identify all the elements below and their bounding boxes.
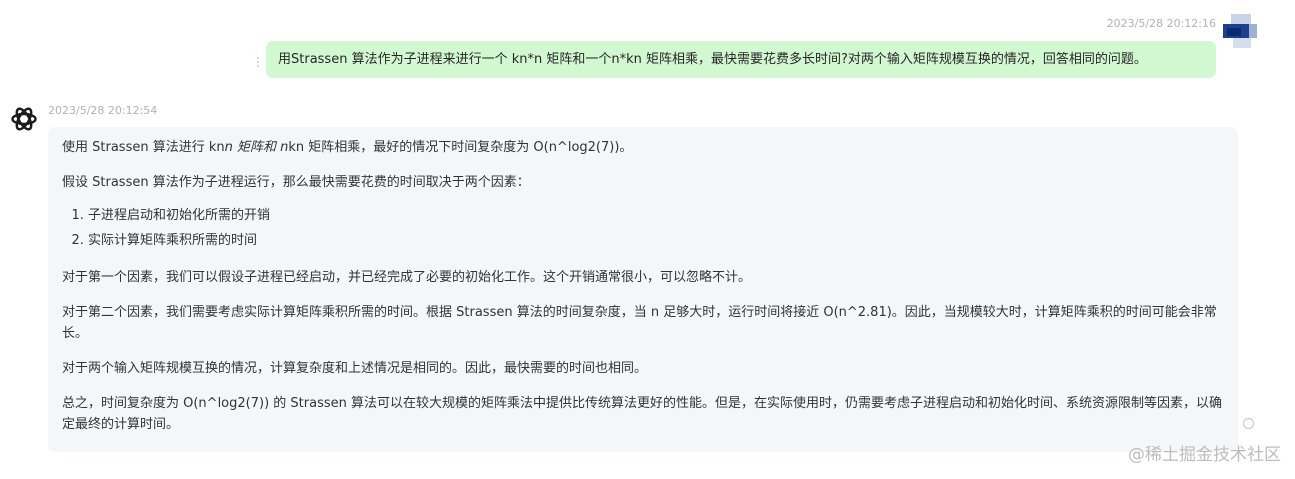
watermark: @稀土掘金技术社区 xyxy=(1128,445,1281,465)
answer-paragraph-4: 对于第二个因素，我们需要考虑实际计算矩阵乘积所需的时间。根据 Strassen … xyxy=(62,305,1217,341)
factor-list: 子进程启动和初始化所需的开销 实际计算矩阵乘积所需的时间 xyxy=(62,203,1224,253)
list-item: 实际计算矩阵乘积所需的时间 xyxy=(88,228,1224,253)
answer-p1-after: kn 矩阵相乘，最好的情况下时间复杂度为 O(n^log2(7))。 xyxy=(288,140,633,155)
answer-paragraph-5: 对于两个输入矩阵规模互换的情况，计算复杂度和上述情况是相同的。因此，最快需要的时… xyxy=(62,361,648,376)
circle-icon[interactable] xyxy=(1243,418,1254,429)
user-message-bubble: 用Strassen 算法作为子进程来进行一个 kn*n 矩阵和一个n*kn 矩阵… xyxy=(266,41,1216,78)
answer-p1-italic: n 矩阵和 n xyxy=(224,140,289,155)
bot-message-bubble: 使用 Strassen 算法进行 knn 矩阵和 nkn 矩阵相乘，最好的情况下… xyxy=(48,127,1238,452)
user-avatar-icon[interactable] xyxy=(1223,14,1257,48)
answer-p1-before: 使用 Strassen 算法进行 kn xyxy=(62,140,225,155)
more-vertical-icon[interactable]: ⋮ xyxy=(252,56,264,76)
list-item: 子进程启动和初始化所需的开销 xyxy=(88,203,1224,228)
answer-paragraph-1: 使用 Strassen 算法进行 knn 矩阵和 nkn 矩阵相乘，最好的情况下… xyxy=(62,137,1224,158)
answer-paragraph-6: 总之，时间复杂度为 O(n^log2(7)) 的 Strassen 算法可以在较… xyxy=(62,396,1222,432)
user-message-text: 用Strassen 算法作为子进程来进行一个 kn*n 矩阵和一个n*kn 矩阵… xyxy=(278,52,1147,67)
bot-message-timestamp: 2023/5/28 20:12:54 xyxy=(48,104,158,117)
answer-paragraph-2: 假设 Strassen 算法作为子进程运行，那么最快需要花费的时间取决于两个因素… xyxy=(62,175,530,190)
openai-logo-icon xyxy=(9,104,39,134)
user-message-timestamp: 2023/5/28 20:12:16 xyxy=(1106,17,1216,30)
answer-paragraph-3: 对于第一个因素，我们可以假设子进程已经启动，并已经完成了必要的初始化工作。这个开… xyxy=(62,270,752,285)
